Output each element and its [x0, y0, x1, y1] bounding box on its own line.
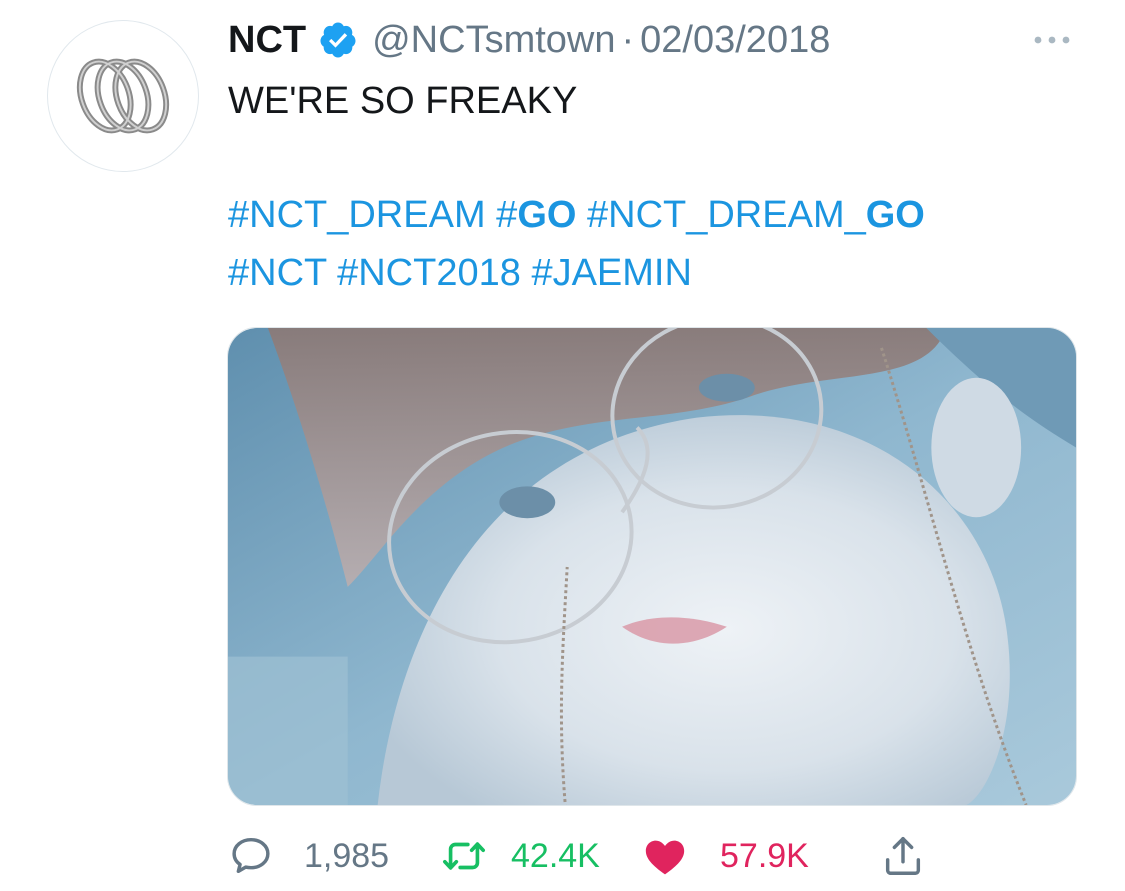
hashtag-nct2018[interactable]: #NCT2018	[337, 252, 521, 294]
reply-bubble-icon	[228, 833, 274, 879]
retweet-button[interactable]: 42.4K	[441, 830, 600, 882]
share-arrow-icon	[880, 833, 926, 879]
tweet-text-line: WE'RE SO FREAKY	[228, 80, 578, 122]
hashtag-jaemin[interactable]: #JAEMIN	[531, 252, 691, 294]
hashtag-nct[interactable]: #NCT	[228, 252, 327, 294]
more-dots-icon[interactable]	[1029, 20, 1075, 60]
verified-badge-icon	[318, 20, 358, 60]
hashtag-line-1: #NCT_DREAM #GO #NCT_DREAM_GO	[228, 186, 1088, 244]
reply-count: 1,985	[304, 836, 390, 875]
hashtag-line-2: #NCT #NCT2018 #JAEMIN	[228, 244, 1088, 302]
tweet-text: WE'RE SO FREAKY	[228, 72, 1088, 130]
heart-icon	[642, 833, 688, 879]
hashtags: #NCT_DREAM #GO #NCT_DREAM_GO #NCT #NCT20…	[228, 186, 1088, 302]
action-bar: 1,985 42.4K 57.9K	[228, 830, 1008, 882]
avatar[interactable]	[47, 20, 199, 172]
tweet-header: NCT @NCTsmtown · 02/03/2018	[228, 14, 830, 66]
share-button[interactable]	[880, 830, 926, 882]
tweet: NCT @NCTsmtown · 02/03/2018 WE'RE SO FRE…	[0, 0, 1125, 891]
user-handle[interactable]: @NCTsmtown	[372, 19, 615, 62]
header-separator: ·	[621, 18, 635, 61]
hashtag-nct-dream-go[interactable]: #NCT_DREAM_GO	[587, 194, 925, 236]
like-button[interactable]: 57.9K	[642, 830, 809, 882]
nct-logo-icon	[76, 58, 170, 134]
tweet-date[interactable]: 02/03/2018	[640, 19, 830, 62]
display-name[interactable]: NCT	[228, 19, 306, 62]
hashtag-go[interactable]: #GO	[496, 194, 576, 236]
retweet-count: 42.4K	[511, 836, 600, 875]
tweet-photo[interactable]	[227, 327, 1077, 806]
hashtag-nct-dream[interactable]: #NCT_DREAM	[228, 194, 486, 236]
like-count: 57.9K	[720, 836, 809, 875]
retweet-arrows-icon	[441, 833, 487, 879]
reply-button[interactable]: 1,985	[228, 830, 389, 882]
